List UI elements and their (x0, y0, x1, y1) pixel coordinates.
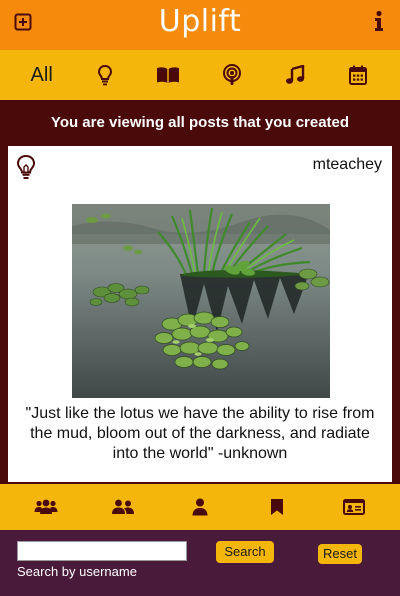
search-caption: Search by username (17, 564, 137, 579)
calendar-icon (349, 65, 368, 85)
book-open-icon (157, 67, 180, 83)
post-type-icon (16, 154, 36, 180)
filter-ideas-button[interactable] (83, 55, 127, 95)
view-banner: You are viewing all posts that you creat… (50, 114, 350, 131)
tab-bookmarks[interactable] (253, 487, 301, 527)
filter-events-button[interactable] (336, 55, 380, 95)
filter-all-button[interactable]: All (20, 55, 64, 95)
friends-icon (112, 499, 135, 514)
post-image (72, 204, 330, 398)
community-icon (34, 499, 58, 514)
username-search-input[interactable] (17, 541, 187, 561)
post-card[interactable]: mteachey "Just like the lotus we have th… (8, 146, 392, 482)
post-quote: "Just like the lotus we have the ability… (25, 405, 375, 462)
info-button[interactable] (374, 10, 384, 32)
tab-profile[interactable] (176, 487, 224, 527)
category-filter-bar: All (0, 50, 400, 100)
profile-icon (192, 498, 208, 516)
lotus-pond-photo (72, 204, 330, 398)
tab-community[interactable] (22, 487, 70, 527)
bookmark-icon (270, 499, 283, 515)
tab-friends[interactable] (99, 487, 147, 527)
lightbulb-icon (97, 64, 112, 86)
post-author: mteachey (312, 156, 382, 173)
bottom-tab-bar (0, 484, 400, 530)
id-card-icon (342, 499, 365, 515)
info-icon (375, 10, 383, 31)
reset-button[interactable]: Reset (318, 544, 362, 564)
app-header: Uplift (0, 0, 400, 50)
search-button[interactable]: Search (216, 541, 274, 563)
filter-all-label: All (30, 63, 53, 86)
tab-id-card[interactable] (330, 487, 378, 527)
filter-books-button[interactable] (146, 55, 190, 95)
lightbulb-icon (16, 154, 36, 179)
app-title: Uplift (158, 4, 242, 39)
filter-podcasts-button[interactable] (210, 55, 254, 95)
music-icon (285, 65, 305, 84)
podcast-icon (222, 64, 241, 85)
filter-music-button[interactable] (273, 55, 317, 95)
